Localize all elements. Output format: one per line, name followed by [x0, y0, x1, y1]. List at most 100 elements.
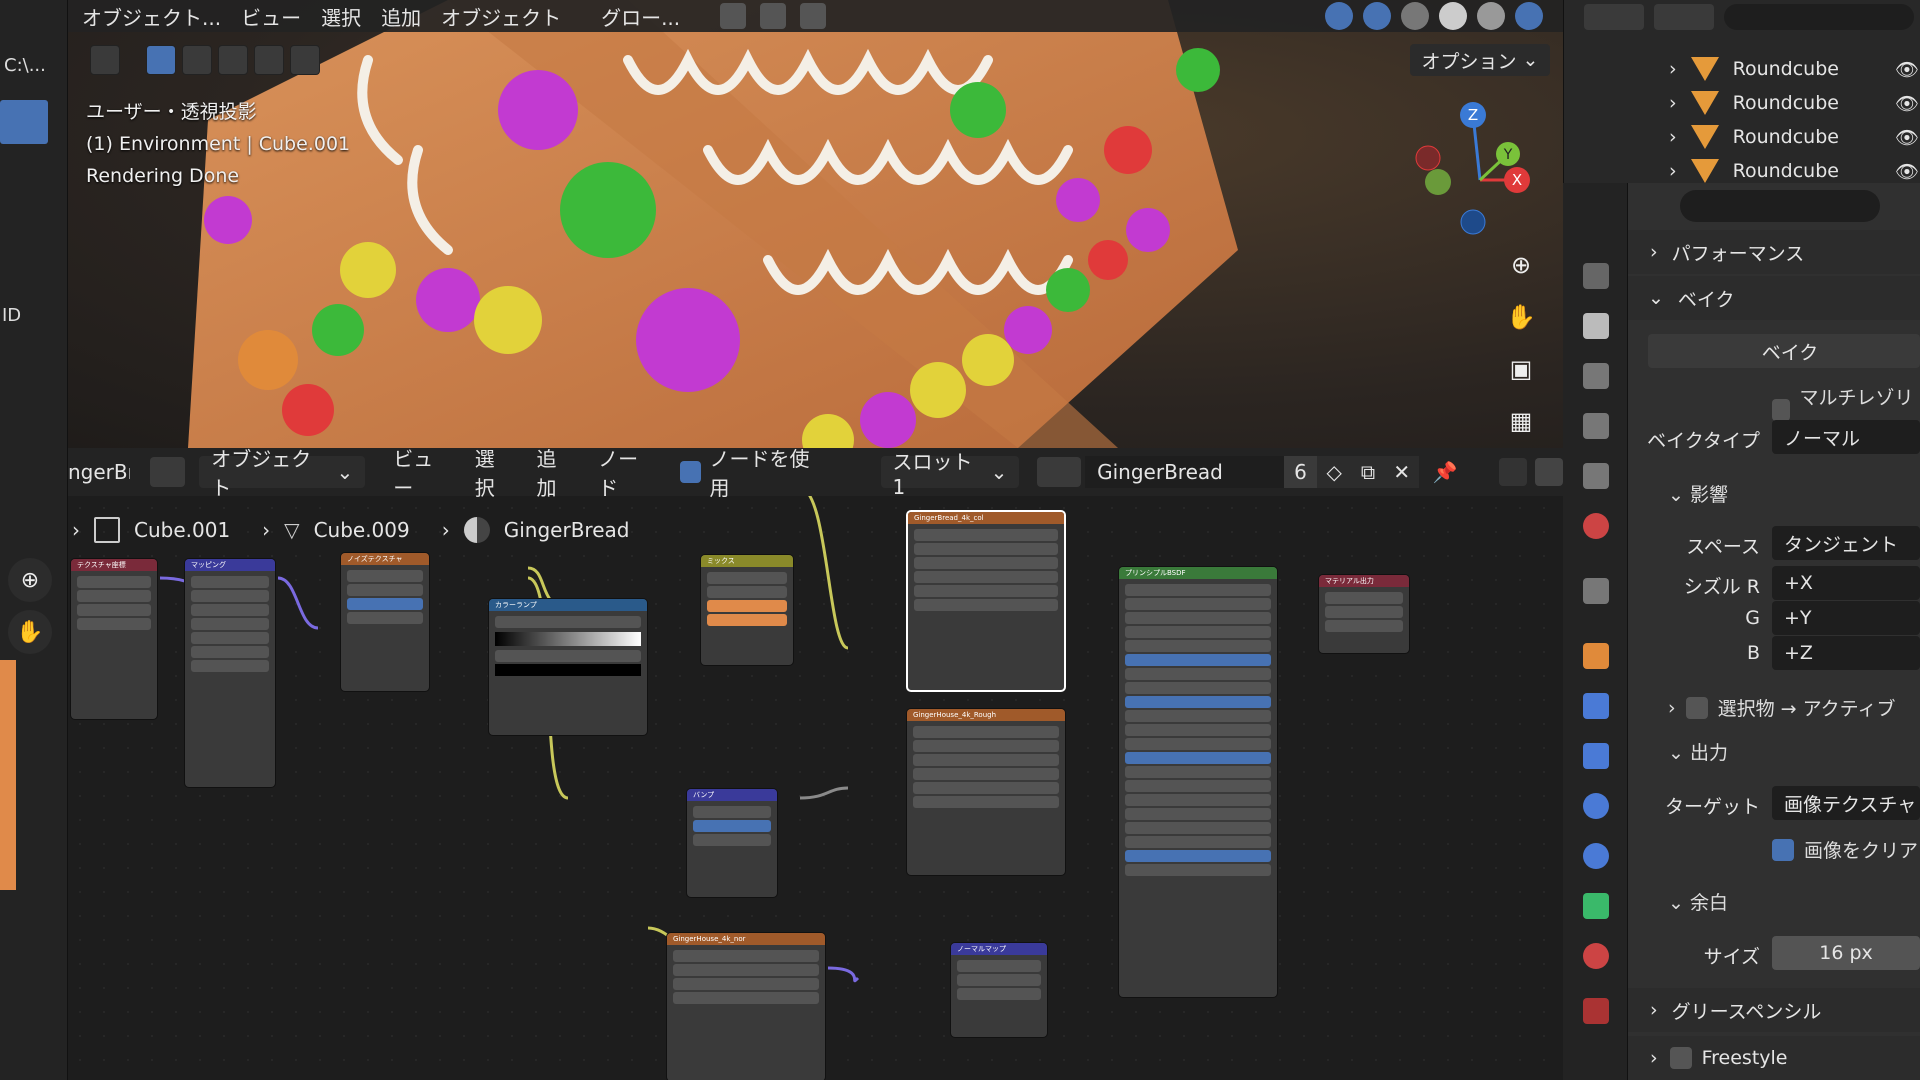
- freestyle-section-header[interactable]: › Freestyle: [1628, 1036, 1920, 1080]
- margin-subsection[interactable]: ⌄ 余白: [1668, 888, 1728, 915]
- visibility-eye-icon[interactable]: 👁: [1895, 160, 1919, 183]
- material-shading-icon[interactable]: [1477, 2, 1505, 30]
- select-extend-icon[interactable]: [182, 45, 212, 75]
- color-ramp-node[interactable]: カラーランプ: [488, 598, 648, 736]
- overlay-icon[interactable]: [1325, 2, 1353, 30]
- collapse-arrow-icon[interactable]: ›: [1669, 126, 1677, 148]
- properties-search-input[interactable]: [1680, 190, 1880, 222]
- select-subtract-icon[interactable]: [218, 45, 248, 75]
- select-invert-icon[interactable]: [254, 45, 284, 75]
- pivot-icon[interactable]: [720, 3, 747, 29]
- proportional-icon[interactable]: [800, 3, 827, 29]
- breadcrumb-object[interactable]: Cube.001: [134, 518, 230, 542]
- bake-type-dropdown[interactable]: ノーマル: [1772, 420, 1920, 454]
- select-new-icon[interactable]: [146, 45, 176, 75]
- collapse-arrow-icon[interactable]: ›: [1669, 92, 1677, 114]
- display-mode-icon[interactable]: [1584, 4, 1644, 30]
- view-menu[interactable]: ビュー: [241, 2, 301, 31]
- swizzle-b-dropdown[interactable]: +Z: [1772, 636, 1920, 670]
- use-nodes-toggle[interactable]: ノードを使用: [679, 443, 829, 501]
- freestyle-checkbox[interactable]: [1669, 1047, 1692, 1069]
- mix-node[interactable]: ミックス: [700, 554, 794, 666]
- object-tab-icon[interactable]: [1583, 643, 1609, 669]
- ortho-toggle-icon[interactable]: ▦: [1500, 400, 1542, 442]
- normal-map-node[interactable]: ノーマルマップ: [950, 942, 1048, 1038]
- collapse-arrow-icon[interactable]: ›: [1669, 160, 1677, 182]
- select-menu[interactable]: 選択: [475, 443, 515, 501]
- clear-image-checkbox[interactable]: [1772, 838, 1794, 861]
- add-menu[interactable]: 追加: [381, 2, 421, 31]
- render-tab-icon[interactable]: [1583, 313, 1609, 339]
- xray-icon[interactable]: [1363, 2, 1391, 30]
- material-browse-icon[interactable]: [1037, 457, 1082, 487]
- texture-tab-icon[interactable]: [1583, 998, 1609, 1024]
- world-tab-icon[interactable]: [1583, 513, 1609, 539]
- selected-to-active-checkbox[interactable]: [1685, 696, 1708, 719]
- select-intersect-icon[interactable]: [290, 45, 320, 75]
- snap-icon[interactable]: [760, 3, 787, 29]
- breadcrumb-material[interactable]: GingerBread: [504, 518, 630, 542]
- navigation-gizmo[interactable]: Z X Y: [1410, 100, 1550, 240]
- rendered-shading-icon[interactable]: [1515, 2, 1543, 30]
- unlink-material-icon[interactable]: ✕: [1384, 456, 1419, 488]
- image-texture-col-node[interactable]: GingerBread_4k_col: [906, 510, 1066, 692]
- bake-button[interactable]: ベイク: [1648, 334, 1920, 368]
- viewport-mode-menu[interactable]: オブジェクト...: [82, 2, 221, 31]
- snap-icon[interactable]: [1535, 458, 1564, 486]
- grease-pencil-section-header[interactable]: › グリースペンシル: [1628, 988, 1920, 1032]
- editor-type-icon[interactable]: [149, 457, 186, 487]
- tool-tab-icon[interactable]: [1583, 263, 1609, 289]
- data-tab-icon[interactable]: [1583, 893, 1609, 919]
- transform-orientation-dropdown[interactable]: グロー...: [601, 2, 680, 31]
- modifier-tab-icon[interactable]: [1583, 693, 1609, 719]
- image-texture-rough-node[interactable]: GingerHouse_4k_Rough: [906, 708, 1066, 876]
- camera-view-icon[interactable]: ▣: [1500, 348, 1542, 390]
- filter-icon[interactable]: [1654, 4, 1714, 30]
- select-tool-icon[interactable]: [90, 45, 120, 75]
- material-name-field[interactable]: GingerBread: [1085, 456, 1284, 488]
- view-menu[interactable]: ビュー: [393, 443, 453, 501]
- performance-section-header[interactable]: › パフォーマンス: [1628, 230, 1920, 274]
- mapping-node[interactable]: マッピング: [184, 558, 276, 788]
- influence-subsection[interactable]: ⌄ 影響: [1668, 480, 1728, 507]
- shader-type-dropdown[interactable]: オブジェクト ⌄: [199, 447, 366, 500]
- zoom-icon[interactable]: ⊕: [8, 558, 52, 602]
- visibility-eye-icon[interactable]: 👁: [1895, 58, 1919, 81]
- size-field[interactable]: 16 px: [1772, 936, 1920, 970]
- material-output-node[interactable]: マテリアル出力: [1318, 574, 1410, 654]
- fake-user-icon[interactable]: ◇: [1317, 456, 1352, 488]
- particles-tab-icon[interactable]: [1583, 743, 1609, 769]
- bake-section-header[interactable]: ⌄ ベイク: [1628, 276, 1920, 320]
- target-dropdown[interactable]: 画像テクスチャ: [1772, 786, 1920, 820]
- zoom-view-icon[interactable]: ⊕: [1500, 244, 1542, 286]
- constraints-tab-icon[interactable]: [1583, 843, 1609, 869]
- outliner-row[interactable]: › Roundcube 👁: [1669, 120, 1919, 154]
- scene-tab-icon[interactable]: [1583, 463, 1609, 489]
- duplicate-material-icon[interactable]: ⧉: [1351, 456, 1385, 488]
- object-menu[interactable]: オブジェクト: [441, 2, 561, 31]
- collection-tab-icon[interactable]: [1583, 578, 1609, 604]
- parent-node-tree-icon[interactable]: [1499, 458, 1528, 486]
- output-tab-icon[interactable]: [1583, 363, 1609, 389]
- left-dropdown[interactable]: [0, 100, 48, 144]
- use-nodes-checkbox[interactable]: [679, 461, 702, 483]
- noise-texture-node[interactable]: ノイズテクスチャ: [340, 552, 430, 692]
- add-menu[interactable]: 追加: [536, 443, 576, 501]
- wireframe-shading-icon[interactable]: [1401, 2, 1429, 30]
- outliner-row[interactable]: › Roundcube 👁: [1669, 86, 1919, 120]
- node-menu[interactable]: ノード: [598, 443, 658, 501]
- space-dropdown[interactable]: タンジェント: [1772, 526, 1920, 560]
- outliner-search-input[interactable]: [1724, 4, 1914, 30]
- swizzle-r-dropdown[interactable]: +X: [1772, 566, 1920, 600]
- bump-node[interactable]: バンプ: [686, 788, 778, 898]
- select-menu[interactable]: 選択: [321, 2, 361, 31]
- physics-tab-icon[interactable]: [1583, 793, 1609, 819]
- solid-shading-icon[interactable]: [1439, 2, 1467, 30]
- principled-bsdf-node[interactable]: プリンシプルBSDF: [1118, 566, 1278, 998]
- breadcrumb-mesh[interactable]: Cube.009: [314, 518, 410, 542]
- pin-icon[interactable]: 📌: [1433, 460, 1458, 484]
- view-layer-tab-icon[interactable]: [1583, 413, 1609, 439]
- options-dropdown[interactable]: オプション ⌄: [1410, 44, 1550, 76]
- swizzle-g-dropdown[interactable]: +Y: [1772, 601, 1920, 635]
- pan-view-icon[interactable]: ✋: [1500, 296, 1542, 338]
